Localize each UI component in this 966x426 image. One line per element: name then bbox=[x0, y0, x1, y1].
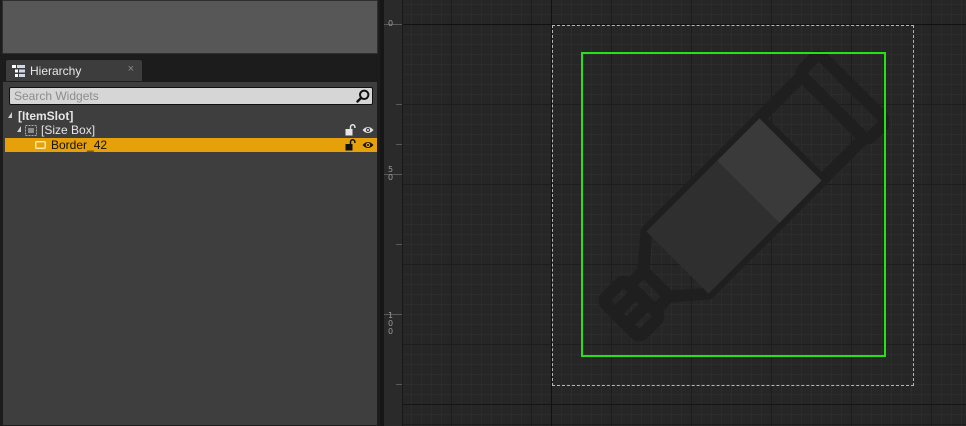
tree-row-label: [Size Box] bbox=[41, 123, 96, 137]
eye-icon[interactable] bbox=[362, 125, 374, 135]
tab-hierarchy[interactable]: Hierarchy × bbox=[5, 59, 143, 81]
tab-bar: Hierarchy × bbox=[0, 57, 380, 81]
lock-icon[interactable] bbox=[345, 139, 356, 151]
tree-row-itemslot[interactable]: [ItemSlot] bbox=[5, 109, 377, 123]
ruler-tick bbox=[396, 144, 402, 145]
designer-canvas[interactable]: 0 5 0 1 0 0 bbox=[384, 0, 966, 426]
canvas-grid-line bbox=[402, 404, 966, 405]
ruler-tick bbox=[396, 244, 402, 245]
hierarchy-icon bbox=[12, 65, 25, 77]
tab-close-icon[interactable]: × bbox=[128, 63, 134, 75]
tree-row-border-42[interactable]: Border_42 bbox=[5, 138, 377, 152]
selected-border-widget[interactable] bbox=[581, 52, 886, 357]
ruler-tick bbox=[396, 104, 402, 105]
tree-row-label: [ItemSlot] bbox=[18, 109, 74, 123]
ruler-label: 5 0 bbox=[388, 165, 394, 182]
eye-icon[interactable] bbox=[362, 140, 374, 150]
palette-panel bbox=[2, 0, 378, 54]
ruler-label: 1 0 0 bbox=[388, 311, 394, 336]
left-panel: Hierarchy × [ItemSlot] [Size Box] bbox=[0, 0, 380, 426]
tree-row-sizebox[interactable]: [Size Box] bbox=[5, 123, 377, 137]
vertical-ruler: 0 5 0 1 0 0 bbox=[384, 0, 403, 426]
hierarchy-panel: [ItemSlot] [Size Box] bbox=[2, 81, 378, 426]
ruler-label: 0 bbox=[388, 19, 394, 28]
tab-hierarchy-label: Hierarchy bbox=[30, 64, 82, 78]
search-icon[interactable] bbox=[356, 89, 370, 103]
ruler-tick bbox=[396, 384, 402, 385]
sizebox-icon bbox=[25, 125, 37, 136]
search-input[interactable] bbox=[10, 88, 354, 104]
lock-icon[interactable] bbox=[345, 124, 356, 136]
search-box[interactable] bbox=[9, 87, 373, 105]
border-widget-icon bbox=[35, 141, 46, 149]
tree-row-label: Border_42 bbox=[51, 138, 108, 152]
expand-arrow-icon[interactable] bbox=[8, 112, 12, 118]
expand-arrow-icon[interactable] bbox=[17, 126, 21, 132]
